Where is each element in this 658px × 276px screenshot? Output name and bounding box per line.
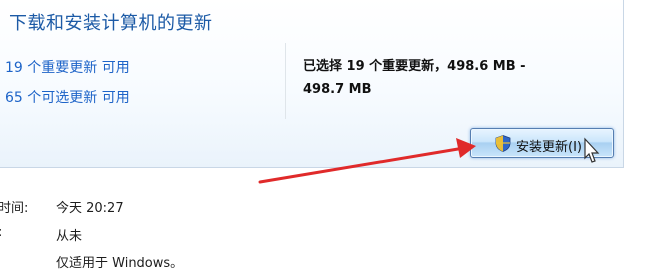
mouse-cursor-icon — [584, 137, 600, 163]
important-updates-link[interactable]: 19 个重要更新 可用 — [5, 57, 130, 77]
summary-line-1: 已选择 19 个重要更新，498.6 MB - — [303, 59, 526, 74]
page-title: 下载和安装计算机的更新 — [9, 13, 213, 34]
panel-divider — [285, 43, 286, 119]
installed-updates-value: 从未 — [56, 229, 83, 244]
last-check-label: 时间: — [0, 201, 29, 216]
selected-updates-summary: 已选择 19 个重要更新，498.6 MB - 498.7 MB — [303, 55, 603, 101]
summary-line-2: 498.7 MB — [303, 82, 372, 97]
applies-to-text: 仅适用于 Windows。 — [56, 256, 184, 271]
optional-updates-link[interactable]: 65 个可选更新 可用 — [5, 87, 130, 107]
install-updates-label: 安装更新(I) — [516, 140, 582, 155]
uac-shield-icon — [495, 135, 511, 152]
installed-updates-label: : — [0, 225, 2, 240]
last-check-value: 今天 20:27 — [56, 201, 124, 216]
annotation-arrow-icon — [258, 138, 476, 184]
